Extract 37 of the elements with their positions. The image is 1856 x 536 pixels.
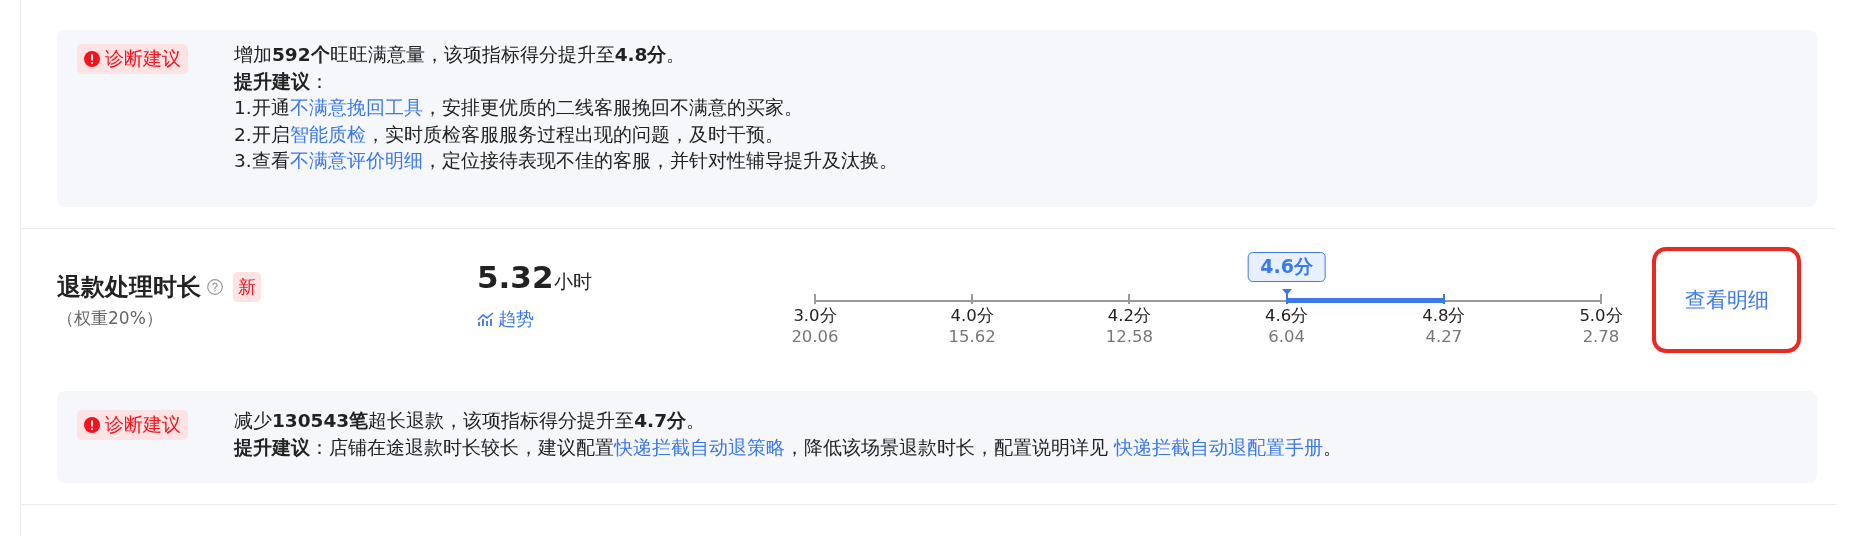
advice-link[interactable]: 快递拦截自动退策略 [614,436,785,458]
tick-value: 6.04 [1268,327,1305,346]
current-score-callout: 4.6分 [1247,252,1326,282]
tick-score: 4.0分 [950,305,994,327]
tick-score: 3.0分 [793,305,837,327]
advice-text: 提升建议： [234,69,330,94]
advice-text: 2.开启智能质检，实时质检客服服务过程出现的问题，及时干预。 [234,122,785,147]
tick-score: 4.8分 [1422,305,1466,327]
advice-link[interactable]: 不满意挽回工具 [289,97,423,118]
warning-icon [84,51,100,67]
tick-score: 4.6分 [1264,305,1309,327]
warning-icon [84,417,100,433]
advice-text: 1.开通不满意挽回工具，安排更优质的二线客服挽回不满意的买家。 [234,96,804,120]
advice-link[interactable]: 不满意评价明细 [289,150,423,171]
advice-text: 提升建议：店铺在途退款时长较长，建议配置快递拦截自动退策略，降低该场景退款时长，配置说明详见 快递拦截自动退配置手册。 [234,435,1342,460]
tick-score: 5.0分 [1579,305,1623,327]
new-tag: 新 [233,271,261,302]
advice-text: 增加592个旺旺满意量，该项指标得分提升至4.8分。 [234,43,687,67]
trend-chart-icon [477,311,495,327]
badge-label: 诊断建议 [105,412,181,437]
tick-score: 4.2分 [1107,305,1151,327]
tick-value: 12.58 [1105,327,1153,346]
badge-label: 诊断建议 [105,46,181,71]
metric-weight: （权重20%） [57,306,164,330]
view-details-link[interactable]: 查看明细 [1684,286,1769,314]
tick-value: 15.62 [948,327,996,346]
metric-name: 退款处理时长 [57,271,201,303]
help-icon[interactable] [207,278,223,295]
metric-value: 5.32小时 [477,259,593,295]
advice-text: 3.查看不满意评价明细，定位接待表现不佳的客服，并针对性辅导提升及汰换。 [234,149,898,173]
advice-text: 减少130543笔超长退款，该项指标得分提升至4.7分。 [234,409,706,433]
advice-link[interactable]: 快递拦截自动退配置手册 [1113,436,1323,458]
tick-value: 20.06 [791,327,839,346]
trend-link[interactable]: 趋势 [477,307,534,331]
tick-value: 4.27 [1425,327,1463,346]
tick-value: 2.78 [1582,327,1620,346]
advice-link[interactable]: 智能质检 [289,123,366,145]
